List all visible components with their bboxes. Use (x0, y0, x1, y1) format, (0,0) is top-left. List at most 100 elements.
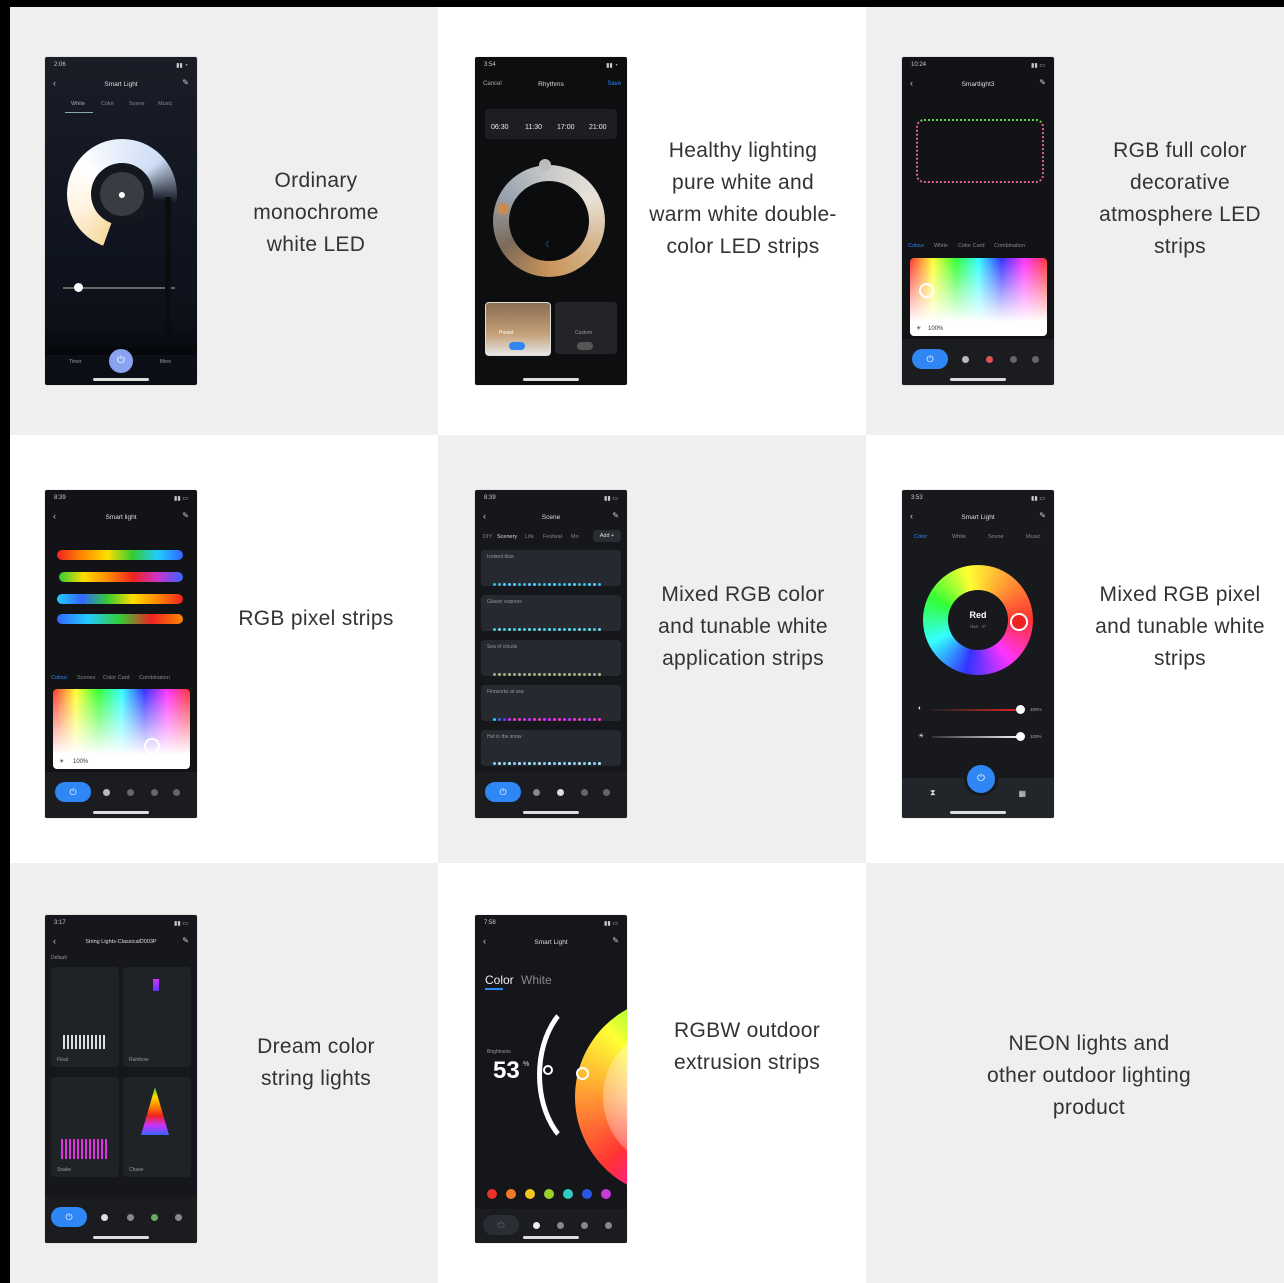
effect-card-float[interactable] (51, 967, 119, 1067)
tree-icon[interactable] (151, 1214, 158, 1221)
color-swatch[interactable] (582, 1189, 592, 1199)
tab-white[interactable]: White (71, 101, 85, 107)
tab-color[interactable]: Color (485, 973, 514, 987)
settings-icon[interactable] (175, 1214, 182, 1221)
time-2[interactable]: 11:30 (525, 124, 542, 131)
grid-icon[interactable] (1032, 356, 1039, 363)
bulb-icon[interactable] (103, 789, 110, 796)
tab-life[interactable]: Life (525, 534, 534, 540)
edit-icon[interactable]: ✎ (1039, 511, 1046, 520)
tab-white[interactable]: White (934, 243, 948, 249)
more-label[interactable]: More (160, 359, 171, 365)
tab-color[interactable]: Color (101, 101, 114, 107)
tab-scenery[interactable]: Scenery (497, 534, 517, 540)
tab-music[interactable]: Music (158, 101, 172, 107)
brightness-slider[interactable] (932, 736, 1024, 738)
add-scene-button[interactable]: Add + (593, 530, 621, 542)
screen-title: Smartlight3 (961, 81, 995, 88)
music-icon[interactable] (127, 1214, 134, 1221)
color-swatch[interactable] (487, 1189, 497, 1199)
time-1[interactable]: 06:30 (491, 124, 509, 131)
edit-icon[interactable]: ✎ (182, 511, 189, 520)
power-button[interactable]: ⏻ (55, 782, 91, 802)
edit-icon[interactable]: ✎ (612, 936, 619, 945)
scene-name-2: Glacier express (487, 599, 522, 605)
palette-icon[interactable] (127, 789, 134, 796)
tab-combination[interactable]: Combination (994, 243, 1025, 249)
power-button[interactable]: ⏻ (964, 762, 998, 796)
grid-icon[interactable] (603, 789, 610, 796)
power-button[interactable]: ⏻ (483, 1215, 519, 1235)
bulb-icon[interactable]: ● (100, 172, 144, 216)
color-swatch[interactable] (544, 1189, 554, 1199)
timer-label[interactable]: Timer (69, 359, 82, 365)
music-icon[interactable] (581, 1222, 588, 1229)
palette-icon[interactable] (101, 1214, 108, 1221)
tab-color[interactable]: Color (914, 534, 927, 540)
effect-card-snake[interactable] (51, 1077, 119, 1177)
palette-icon[interactable] (557, 1222, 564, 1229)
tab-colour[interactable]: Colour (908, 243, 924, 249)
bulb-icon[interactable] (533, 789, 540, 796)
tab-mo[interactable]: Mo (571, 534, 579, 540)
tab-scene[interactable]: Scene (988, 534, 1004, 540)
saturation-slider[interactable] (932, 709, 1024, 711)
color-swatch[interactable] (601, 1189, 611, 1199)
timer-icon[interactable]: ⧗ (930, 788, 936, 798)
effect-icons-row (970, 221, 1054, 235)
tab-scenes[interactable]: Scenes (77, 675, 95, 681)
music-icon[interactable] (1010, 356, 1017, 363)
tab-music[interactable]: Music (1026, 534, 1040, 540)
color-swatch[interactable] (525, 1189, 535, 1199)
custom-toggle[interactable] (577, 342, 593, 350)
edit-icon[interactable]: ✎ (182, 78, 189, 87)
grid-icon[interactable] (605, 1222, 612, 1229)
tab-combination[interactable]: Combination (139, 675, 170, 681)
music-icon[interactable] (581, 789, 588, 796)
grid-icon[interactable] (173, 789, 180, 796)
power-button[interactable]: ⏻ (51, 1207, 87, 1227)
color-swatch[interactable] (563, 1189, 573, 1199)
bulb-icon[interactable] (962, 356, 969, 363)
dial-handle-2[interactable] (497, 203, 509, 215)
time-4[interactable]: 21:00 (589, 124, 607, 131)
save-button[interactable]: Save (607, 81, 621, 87)
scene-dots-1 (493, 573, 603, 586)
time-3[interactable]: 17:00 (557, 124, 575, 131)
moon-icon: ☾ (545, 240, 553, 249)
saturation-slider-thumb[interactable] (1016, 705, 1025, 714)
brightness-slider-thumb[interactable] (74, 283, 83, 292)
bulb-icon[interactable] (533, 1222, 540, 1229)
music-icon[interactable] (151, 789, 158, 796)
palette-icon[interactable] (986, 356, 993, 363)
power-button[interactable]: ⏻ (109, 349, 133, 373)
edit-icon[interactable]: ✎ (1039, 78, 1046, 87)
tab-white[interactable]: White (521, 973, 552, 987)
power-button[interactable]: ⏻ (485, 782, 521, 802)
color-wheel-handle[interactable] (1010, 613, 1028, 631)
color-picker-handle[interactable] (144, 738, 160, 754)
tab-color-card[interactable]: Color Card (103, 675, 130, 681)
dial-handle-1[interactable] (539, 159, 551, 171)
tab-colour[interactable]: Colour (51, 675, 67, 681)
edit-icon[interactable]: ✎ (182, 936, 189, 945)
selected-color-hue: Hue · 0° (969, 624, 987, 629)
edit-icon[interactable]: ✎ (612, 511, 619, 520)
tab-diy[interactable]: DIY (483, 534, 492, 540)
brightness-arc[interactable] (537, 995, 627, 1155)
preset-toggle[interactable] (509, 342, 525, 350)
grid-icon[interactable]: ▦ (1018, 789, 1026, 798)
brightness-slider-thumb[interactable] (1016, 732, 1025, 741)
palette-icon[interactable] (557, 789, 564, 796)
saturation-value: 100% (1030, 707, 1042, 712)
tab-white[interactable]: White (952, 534, 966, 540)
power-button[interactable]: ⏻ (912, 349, 948, 369)
tab-color-card[interactable]: Color Card (958, 243, 985, 249)
color-swatch[interactable] (506, 1189, 516, 1199)
color-picker[interactable] (53, 689, 190, 755)
color-picker-handle[interactable] (919, 283, 934, 298)
brightness-arc-thumb[interactable] (543, 1065, 553, 1075)
phone-screenshot-color-wheel: 3:53 ▮▮ ▭ ‹ Smart Light ✎ Color White Sc… (902, 490, 1054, 818)
tab-festival[interactable]: Festival (543, 534, 562, 540)
tab-scene[interactable]: Scene (129, 101, 145, 107)
